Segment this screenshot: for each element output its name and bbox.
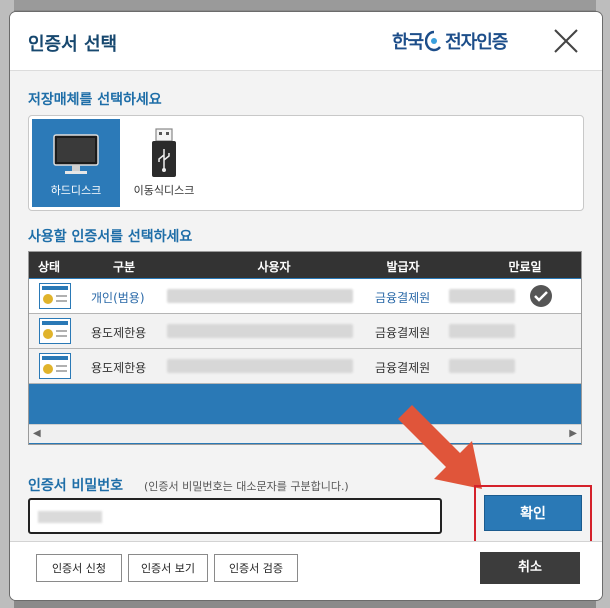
confirm-button[interactable]: 확인 xyxy=(484,495,582,531)
certificate-icon xyxy=(39,318,71,344)
row-type: 용도제한용 xyxy=(91,361,147,375)
dialog-body: 저장매체를 선택하세요 하드디스크 이동식디스크 사용할 인증서를 선택하세요 … xyxy=(10,71,602,545)
dialog-footer: 인증서 신청 인증서 보기 인증서 검증 취소 xyxy=(10,541,602,600)
check-icon xyxy=(530,285,552,307)
scroll-right-icon[interactable]: ▶ xyxy=(569,428,577,439)
storage-removable-disk[interactable]: 이동식디스크 xyxy=(120,119,208,207)
col-type: 구분 xyxy=(112,260,136,274)
logo-text-1: 한국 xyxy=(392,32,424,53)
apply-certificate-button[interactable]: 인증서 신청 xyxy=(36,554,122,582)
row-user-redacted xyxy=(167,289,353,303)
logo-text-2: 전자인증 xyxy=(445,32,508,53)
storage-media-list: 하드디스크 이동식디스크 xyxy=(28,115,584,211)
storage-hard-disk[interactable]: 하드디스크 xyxy=(32,119,120,207)
scroll-left-icon[interactable]: ◀ xyxy=(33,428,41,439)
certificate-dialog: 인증서 선택 한국 전자인증 저장매체를 선택하세요 하드디스크 이동식디스크 … xyxy=(10,12,602,600)
row-user-redacted xyxy=(167,324,353,338)
dialog-title: 인증서 선택 xyxy=(28,34,118,55)
certs-section-title: 사용할 인증서를 선택하세요 xyxy=(28,229,193,245)
row-type: 용도제한용 xyxy=(91,326,147,340)
cancel-button[interactable]: 취소 xyxy=(480,552,580,584)
brand-logo: 한국 전자인증 xyxy=(392,28,508,54)
table-row[interactable]: 개인(범용) 금융결제원 xyxy=(29,279,581,314)
storage-section-title: 저장매체를 선택하세요 xyxy=(28,92,162,108)
close-icon[interactable] xyxy=(551,26,581,56)
row-user-redacted xyxy=(167,359,353,373)
row-issuer: 금융결제원 xyxy=(375,291,431,305)
password-input[interactable] xyxy=(28,498,442,534)
password-label: 인증서 비밀번호 xyxy=(28,478,124,494)
monitor-icon xyxy=(53,134,99,174)
col-status: 상태 xyxy=(37,260,61,274)
password-masked-value xyxy=(38,511,102,523)
usb-icon xyxy=(152,128,176,177)
verify-certificate-button[interactable]: 인증서 검증 xyxy=(214,554,298,582)
certificate-icon xyxy=(39,353,71,379)
col-user: 사용자 xyxy=(257,260,291,274)
table-header: 상태 구분 사용자 발급자 만료일 xyxy=(29,252,581,278)
certificate-icon xyxy=(39,283,71,309)
col-expiry: 만료일 xyxy=(508,260,542,274)
view-certificate-button[interactable]: 인증서 보기 xyxy=(128,554,208,582)
row-issuer: 금융결제원 xyxy=(375,326,431,340)
row-type: 개인(범용) xyxy=(91,291,145,305)
table-row[interactable]: 용도제한용 금융결제원 xyxy=(29,349,581,384)
dialog-header: 인증서 선택 한국 전자인증 xyxy=(10,12,602,71)
logo-mark-icon xyxy=(425,30,442,52)
storage-removable-disk-label: 이동식디스크 xyxy=(133,184,195,197)
background-page xyxy=(0,0,610,10)
row-issuer: 금융결제원 xyxy=(375,361,431,375)
row-expiry-redacted xyxy=(449,324,515,338)
col-issuer: 발급자 xyxy=(386,260,420,274)
password-hint: (인증서 비밀번호는 대소문자를 구분합니다.) xyxy=(144,480,349,493)
storage-hard-disk-label: 하드디스크 xyxy=(50,184,102,197)
table-row[interactable]: 용도제한용 금융결제원 xyxy=(29,314,581,349)
row-expiry-redacted xyxy=(449,359,515,373)
row-expiry-redacted xyxy=(449,289,515,303)
